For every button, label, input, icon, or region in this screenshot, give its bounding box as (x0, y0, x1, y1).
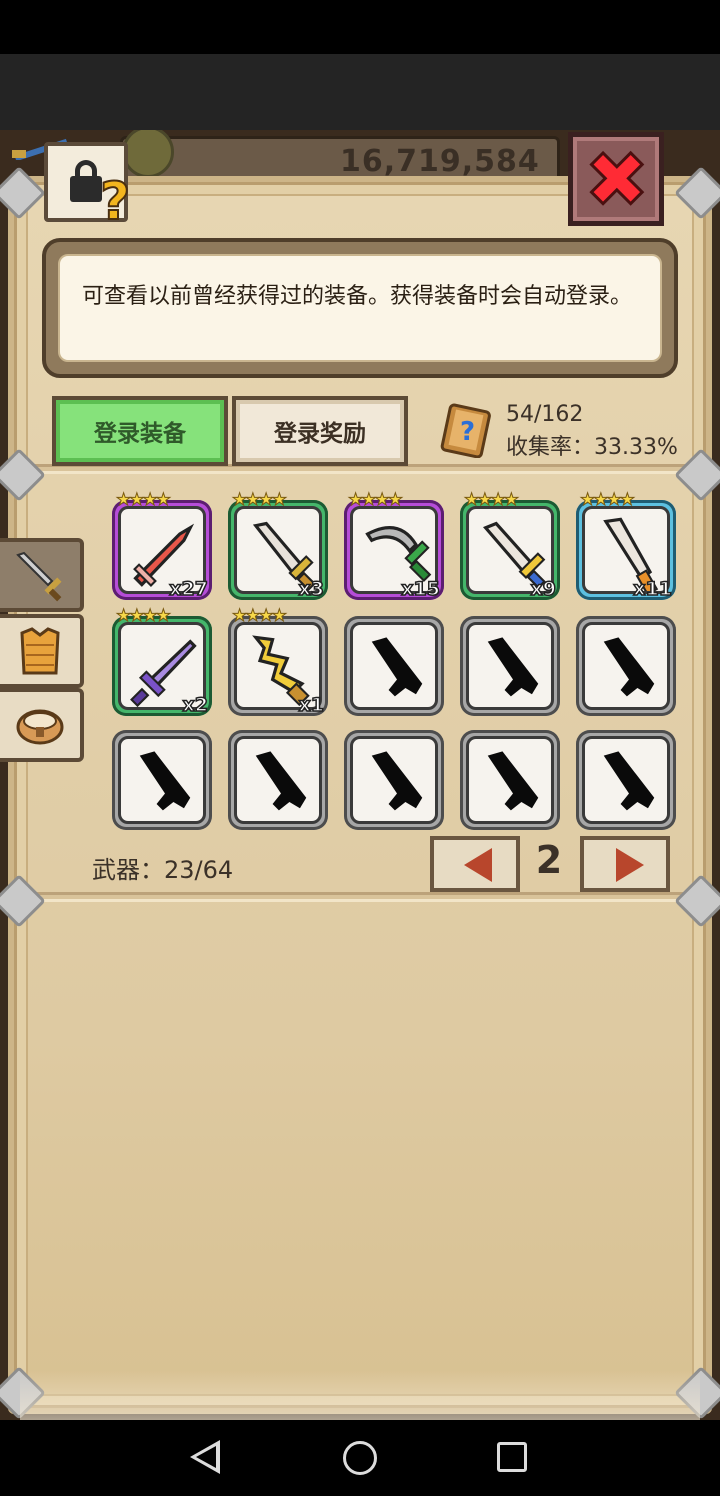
arrow-right-icon (616, 848, 644, 882)
locked-weapon-icon (603, 637, 655, 697)
item-slot[interactable]: ★★★★ x9 (460, 490, 560, 601)
svg-text:?: ? (460, 417, 475, 447)
item-quantity: x1 (298, 693, 325, 717)
recent-apps-icon[interactable] (497, 1442, 527, 1472)
item-quantity: x15 (401, 577, 441, 601)
item-slot[interactable]: ★★★★ x15 (344, 490, 444, 601)
money-value: 16,719,584 (340, 144, 540, 179)
item-slot[interactable] (576, 730, 676, 830)
weapon-icon (16, 551, 62, 602)
home-icon[interactable] (343, 1441, 377, 1475)
item-slot[interactable] (460, 616, 560, 716)
item-slot[interactable] (344, 730, 444, 830)
close-icon: ✖ (584, 134, 651, 226)
collection-count: 54/162 (506, 402, 584, 427)
divider (30, 892, 690, 902)
locked-weapon-icon (487, 637, 539, 697)
item-slot-inner (350, 736, 438, 824)
back-icon-inner (196, 1446, 216, 1468)
tab-registered-equipment[interactable]: 登录装备 (52, 396, 228, 466)
item-slot[interactable]: ★★★★ x3 (228, 490, 328, 601)
accessory-icon (16, 709, 64, 745)
tab-registration-rewards[interactable]: 登录奖励 (232, 396, 408, 466)
item-slot-inner (466, 622, 554, 710)
armor-icon (20, 627, 60, 675)
rarity-stars: ★★★★ (232, 490, 288, 511)
rarity-stars: ★★★★ (116, 606, 172, 627)
locked-weapon-icon (487, 751, 539, 811)
arrow-left-icon (464, 848, 492, 882)
rarity-stars: ★★★★ (116, 490, 172, 511)
category-tab-armor[interactable] (0, 614, 84, 688)
item-quantity: x27 (169, 577, 209, 601)
item-slot[interactable] (228, 730, 328, 830)
locked-weapon-icon (603, 751, 655, 811)
item-quantity: x9 (530, 577, 557, 601)
item-quantity: x3 (298, 577, 325, 601)
category-tab-weapon[interactable] (0, 538, 84, 612)
category-tab-accessory[interactable] (0, 688, 84, 762)
panel-bottom-texture (20, 1370, 700, 1420)
item-slot[interactable] (344, 616, 444, 716)
locked-weapon-icon (371, 637, 423, 697)
collection-rate: 收集率：33.33% (506, 435, 678, 460)
rarity-stars: ★★★★ (464, 490, 520, 511)
item-slot[interactable]: ★★★★ x1 (228, 606, 328, 717)
item-slot[interactable] (112, 730, 212, 830)
rarity-stars: ★★★★ (348, 490, 404, 511)
rarity-stars: ★★★★ (580, 490, 636, 511)
weapon-count: 武器：23/64 (92, 856, 234, 884)
help-icon[interactable]: ? (99, 171, 131, 233)
item-slot-inner (118, 736, 206, 824)
description-frame: 可查看以前曾经获得过的装备。获得装备时会自动登录。 (42, 238, 678, 378)
locked-weapon-icon (371, 751, 423, 811)
item-quantity: x2 (182, 693, 209, 717)
item-slot[interactable] (576, 616, 676, 716)
description-text: 可查看以前曾经获得过的装备。获得装备时会自动登录。 (58, 254, 662, 362)
item-slot[interactable] (460, 730, 560, 830)
status-bar (0, 0, 720, 54)
item-slot-inner (234, 736, 322, 824)
item-slot-inner (582, 736, 670, 824)
next-page-button[interactable] (580, 836, 670, 892)
locked-weapon-icon (255, 751, 307, 811)
page-number: 2 (535, 838, 563, 882)
book-icon: ? (440, 403, 491, 458)
item-slot[interactable]: ★★★★ x2 (112, 606, 212, 717)
top-band (0, 54, 720, 130)
item-slot[interactable]: ★★★★ x11 (576, 490, 676, 601)
item-slot-inner (350, 622, 438, 710)
locked-weapon-icon (139, 751, 191, 811)
lock-body (70, 176, 102, 202)
rarity-stars: ★★★★ (232, 606, 288, 627)
item-quantity: x11 (633, 577, 673, 601)
close-button[interactable]: ✖ (568, 132, 664, 226)
item-slot-inner (466, 736, 554, 824)
item-slot[interactable]: ★★★★ x27 (112, 490, 212, 601)
prev-page-button[interactable] (430, 836, 520, 892)
item-slot-inner (582, 622, 670, 710)
